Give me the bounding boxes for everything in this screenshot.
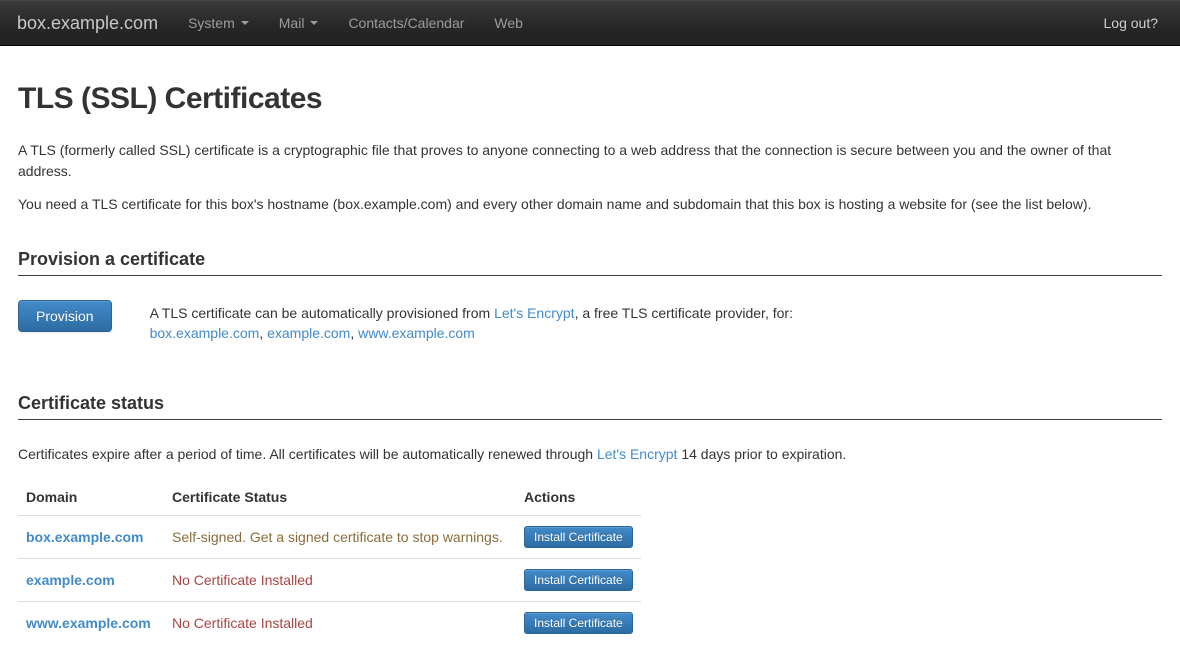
domain-cell: www.example.com xyxy=(18,602,164,645)
column-header-certificate-status: Certificate Status xyxy=(164,481,516,516)
nav-item-web[interactable]: Web xyxy=(479,0,538,45)
lets-encrypt-link[interactable]: Let's Encrypt xyxy=(597,446,678,462)
status-text-post: 14 days prior to expiration. xyxy=(677,446,846,462)
domain-link[interactable]: www.example.com xyxy=(26,615,151,631)
actions-cell: Install Certificate xyxy=(516,559,641,602)
lets-encrypt-link[interactable]: Let's Encrypt xyxy=(494,305,575,321)
navbar-menu: System Mail Contacts/Calendar Web xyxy=(173,0,538,45)
nav-item-system[interactable]: System xyxy=(173,0,264,45)
intro-paragraph-2: You need a TLS certificate for this box'… xyxy=(18,194,1162,215)
column-header-actions: Actions xyxy=(516,481,641,516)
install-certificate-button[interactable]: Install Certificate xyxy=(524,569,633,591)
intro-paragraph-1: A TLS (formerly called SSL) certificate … xyxy=(18,140,1162,182)
provision-domain-link[interactable]: box.example.com xyxy=(150,325,260,341)
page-title: TLS (SSL) Certificates xyxy=(18,82,1162,116)
provision-row: Provision A TLS certificate can be autom… xyxy=(18,300,1162,343)
certificate-status-cell: No Certificate Installed xyxy=(164,602,516,645)
logout-link[interactable]: Log out? xyxy=(1089,0,1180,46)
table-header-row: Domain Certificate Status Actions xyxy=(18,481,641,516)
nav-item-mail-label: Mail xyxy=(279,0,305,46)
table-row: box.example.com Self-signed. Get a signe… xyxy=(18,516,641,559)
domain-link[interactable]: box.example.com xyxy=(26,529,144,545)
provision-text-post: , a free TLS certificate provider, for: xyxy=(575,305,793,321)
domain-separator: , xyxy=(350,325,358,341)
domain-link[interactable]: example.com xyxy=(26,572,115,588)
nav-item-system-label: System xyxy=(188,0,235,46)
chevron-down-icon xyxy=(310,21,318,25)
provision-domain-link[interactable]: example.com xyxy=(267,325,350,341)
install-certificate-button[interactable]: Install Certificate xyxy=(524,612,633,634)
provision-button[interactable]: Provision xyxy=(18,300,112,332)
navbar-brand[interactable]: box.example.com xyxy=(0,0,173,45)
status-description: Certificates expire after a period of ti… xyxy=(18,444,1162,465)
chevron-down-icon xyxy=(241,21,249,25)
nav-item-web-label: Web xyxy=(494,0,523,46)
status-text-pre: Certificates expire after a period of ti… xyxy=(18,446,597,462)
actions-cell: Install Certificate xyxy=(516,516,641,559)
domain-separator: , xyxy=(259,325,267,341)
install-certificate-button[interactable]: Install Certificate xyxy=(524,526,633,548)
status-section-heading: Certificate status xyxy=(18,393,1162,420)
provision-domains: box.example.com, example.com, www.exampl… xyxy=(150,323,793,343)
main-content: TLS (SSL) Certificates A TLS (formerly c… xyxy=(18,82,1162,644)
actions-cell: Install Certificate xyxy=(516,602,641,645)
column-header-domain: Domain xyxy=(18,481,164,516)
nav-item-mail[interactable]: Mail xyxy=(264,0,334,45)
provision-text-pre: A TLS certificate can be automatically p… xyxy=(150,305,494,321)
table-row: www.example.com No Certificate Installed… xyxy=(18,602,641,645)
provision-section-heading: Provision a certificate xyxy=(18,249,1162,276)
domain-cell: box.example.com xyxy=(18,516,164,559)
nav-item-contacts-calendar-label: Contacts/Calendar xyxy=(348,0,464,46)
nav-item-contacts-calendar[interactable]: Contacts/Calendar xyxy=(333,0,479,45)
certificate-status-cell: Self-signed. Get a signed certificate to… xyxy=(164,516,516,559)
table-row: example.com No Certificate Installed Ins… xyxy=(18,559,641,602)
provision-domain-link[interactable]: www.example.com xyxy=(358,325,475,341)
domain-cell: example.com xyxy=(18,559,164,602)
certificate-status-cell: No Certificate Installed xyxy=(164,559,516,602)
certificate-table: Domain Certificate Status Actions box.ex… xyxy=(18,481,641,644)
top-navbar: box.example.com System Mail Contacts/Cal… xyxy=(0,0,1180,46)
provision-description: A TLS certificate can be automatically p… xyxy=(150,300,793,343)
navbar-right: Log out? xyxy=(1089,0,1180,45)
